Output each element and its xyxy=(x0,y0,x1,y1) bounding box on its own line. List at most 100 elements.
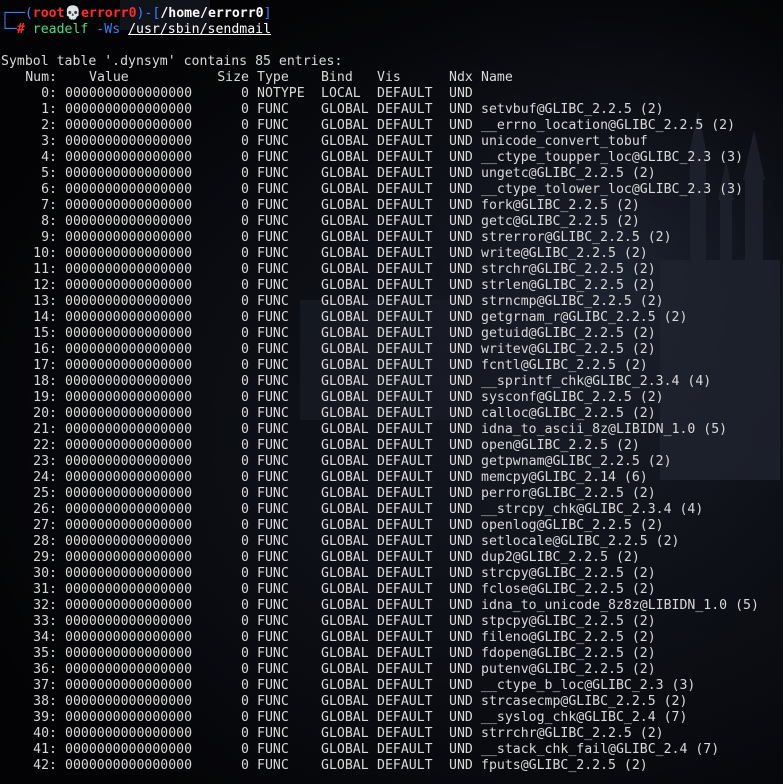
symbol-size: 0 xyxy=(241,390,249,405)
symbol-vis: DEFAULT xyxy=(377,518,433,533)
symbol-size: 0 xyxy=(241,518,249,533)
symbol-ndx: UND xyxy=(449,662,473,677)
symbol-ndx: UND xyxy=(449,342,473,357)
symbol-size: 0 xyxy=(241,646,249,661)
symbol-num: 33: xyxy=(33,614,57,629)
command-target-path[interactable]: /usr/sbin/sendmail xyxy=(128,22,271,37)
symbol-value: 0000000000000000 xyxy=(65,726,193,741)
symbol-size: 0 xyxy=(241,182,249,197)
symbol-value: 0000000000000000 xyxy=(65,374,193,389)
symbol-value: 0000000000000000 xyxy=(65,150,193,165)
symbol-ndx: UND xyxy=(449,454,473,469)
symbol-size: 0 xyxy=(241,630,249,645)
symbol-vis: DEFAULT xyxy=(377,438,433,453)
symbol-num: 9: xyxy=(41,230,57,245)
symbol-size: 0 xyxy=(241,614,249,629)
symbol-type: FUNC xyxy=(257,310,289,325)
symbol-row: 42: 0000000000000000 0 FUNC GLOBAL DEFAULT UND… xyxy=(1,758,783,774)
symbol-bind: GLOBAL xyxy=(321,566,369,581)
symbol-name: __sprintf_chk@GLIBC_2.3.4 (4) xyxy=(481,374,712,389)
symbol-vis: DEFAULT xyxy=(377,646,433,661)
symbol-type: FUNC xyxy=(257,518,289,533)
symbol-bind: GLOBAL xyxy=(321,134,369,149)
symbol-type: FUNC xyxy=(257,630,289,645)
symbol-row: 9: 0000000000000000 0 FUNC GLOBAL DEFAULT UND s… xyxy=(1,230,783,246)
symbol-value: 0000000000000000 xyxy=(65,710,193,725)
symbol-size: 0 xyxy=(241,742,249,757)
symbol-type: FUNC xyxy=(257,438,289,453)
prompt-box-top: ┌──( xyxy=(1,6,33,21)
col-name: Name xyxy=(481,70,513,85)
symbol-value: 0000000000000000 xyxy=(65,630,193,645)
symbol-value: 0000000000000000 xyxy=(65,198,193,213)
symbol-name: __errno_location@GLIBC_2.2.5 (2) xyxy=(481,118,736,133)
symbol-size: 0 xyxy=(241,694,249,709)
symbol-num: 40: xyxy=(33,726,57,741)
symbol-value: 0000000000000000 xyxy=(65,422,193,437)
symbol-num: 2: xyxy=(41,118,57,133)
symbol-ndx: UND xyxy=(449,502,473,517)
symbol-num: 41: xyxy=(33,742,57,757)
symbol-ndx: UND xyxy=(449,134,473,149)
symbol-size: 0 xyxy=(241,726,249,741)
symbol-size: 0 xyxy=(241,118,249,133)
symbol-bind: GLOBAL xyxy=(321,294,369,309)
symbol-type: FUNC xyxy=(257,662,289,677)
col-bind: Bind xyxy=(321,70,353,85)
terminal-window[interactable]: ┌──(root💀errorr0)-[/home/errorr0] └─# re… xyxy=(0,0,783,784)
symbol-bind: GLOBAL xyxy=(321,182,369,197)
symbol-value: 0000000000000000 xyxy=(65,646,193,661)
symbol-value: 0000000000000000 xyxy=(65,390,193,405)
symbol-ndx: UND xyxy=(449,694,473,709)
symbol-vis: DEFAULT xyxy=(377,422,433,437)
symbol-size: 0 xyxy=(241,662,249,677)
symbol-size: 0 xyxy=(241,678,249,693)
symbol-type: FUNC xyxy=(257,454,289,469)
symbol-value: 0000000000000000 xyxy=(65,518,193,533)
symbol-name: getuid@GLIBC_2.2.5 (2) xyxy=(481,326,656,341)
symbol-type: FUNC xyxy=(257,214,289,229)
symbol-value: 0000000000000000 xyxy=(65,278,193,293)
symbol-name: fcntl@GLIBC_2.2.5 (2) xyxy=(481,358,648,373)
symbol-vis: DEFAULT xyxy=(377,278,433,293)
symbol-name: fclose@GLIBC_2.2.5 (2) xyxy=(481,582,656,597)
symbol-size: 0 xyxy=(241,86,249,101)
symbol-name: idna_to_unicode_8z8z@LIBIDN_1.0 (5) xyxy=(481,598,759,613)
symbol-bind: GLOBAL xyxy=(321,758,369,773)
symbol-bind: GLOBAL xyxy=(321,278,369,293)
symbol-name: writev@GLIBC_2.2.5 (2) xyxy=(481,342,656,357)
symbol-ndx: UND xyxy=(449,470,473,485)
symbol-name: openlog@GLIBC_2.2.5 (2) xyxy=(481,518,664,533)
symbol-row: 13: 0000000000000000 0 FUNC GLOBAL DEFAULT UND… xyxy=(1,294,783,310)
symbol-value: 0000000000000000 xyxy=(65,758,193,773)
symbol-name: unicode_convert_tobuf xyxy=(481,134,648,149)
symbol-row: 27: 0000000000000000 0 FUNC GLOBAL DEFAULT UND… xyxy=(1,518,783,534)
symbol-ndx: UND xyxy=(449,326,473,341)
symbol-size: 0 xyxy=(241,582,249,597)
symbol-num: 19: xyxy=(33,390,57,405)
symbol-size: 0 xyxy=(241,198,249,213)
symbol-ndx: UND xyxy=(449,390,473,405)
symbol-bind: GLOBAL xyxy=(321,166,369,181)
command-name[interactable]: readelf xyxy=(33,22,89,37)
symbol-size: 0 xyxy=(241,246,249,261)
symbol-vis: DEFAULT xyxy=(377,502,433,517)
symbol-value: 0000000000000000 xyxy=(65,438,193,453)
symbol-value: 0000000000000000 xyxy=(65,566,193,581)
symbol-type: FUNC xyxy=(257,534,289,549)
symbol-vis: DEFAULT xyxy=(377,566,433,581)
symbol-row: 36: 0000000000000000 0 FUNC GLOBAL DEFAULT UND… xyxy=(1,662,783,678)
symbol-ndx: UND xyxy=(449,630,473,645)
symbol-num: 3: xyxy=(41,134,57,149)
symbol-name: __syslog_chk@GLIBC_2.4 (7) xyxy=(481,710,688,725)
symbol-value: 0000000000000000 xyxy=(65,166,193,181)
symbol-num: 38: xyxy=(33,694,57,709)
symbol-vis: DEFAULT xyxy=(377,374,433,389)
symbol-bind: GLOBAL xyxy=(321,662,369,677)
symbol-bind: GLOBAL xyxy=(321,678,369,693)
command-flag[interactable]: -Ws xyxy=(96,22,120,37)
symbol-num: 30: xyxy=(33,566,57,581)
symbol-value: 0000000000000000 xyxy=(65,262,193,277)
symbol-bind: GLOBAL xyxy=(321,726,369,741)
symbol-size: 0 xyxy=(241,262,249,277)
